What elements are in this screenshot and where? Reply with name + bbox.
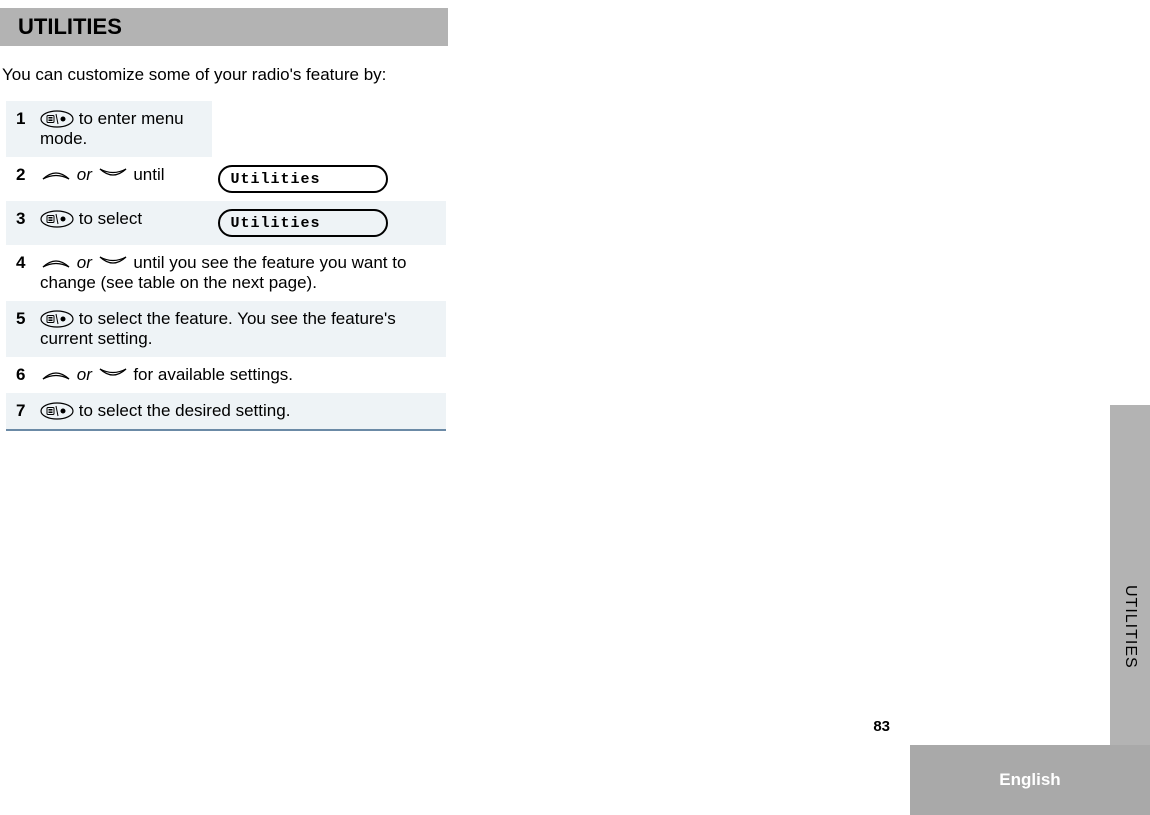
display-cell: Utilities: [212, 201, 446, 245]
intro-paragraph: You can customize some of your radio's f…: [2, 64, 448, 87]
nav-up-icon: [40, 254, 72, 272]
lcd-display: Utilities: [218, 209, 388, 237]
step-row: 1 to enter menu mode.: [6, 101, 446, 157]
step-content: or until: [34, 157, 212, 201]
menu-key-icon: [40, 310, 74, 328]
step-number: 3: [6, 201, 34, 245]
step-content: or for available settings.: [34, 357, 446, 393]
step-text-fragment: or: [77, 253, 97, 272]
side-tab-label: UTILITIES: [1121, 585, 1139, 669]
step-content: to enter menu mode.: [34, 101, 212, 157]
side-tab: UTILITIES: [1110, 405, 1150, 745]
step-row: 7 to select the desired setting.: [6, 393, 446, 430]
step-number: 7: [6, 393, 34, 430]
step-row: 2 or until Utilities: [6, 157, 446, 201]
step-number: 5: [6, 301, 34, 357]
step-number: 6: [6, 357, 34, 393]
nav-down-icon: [97, 366, 129, 384]
step-content: to select: [34, 201, 212, 245]
language-label: English: [999, 770, 1060, 790]
step-row: 3 to select Utilities: [6, 201, 446, 245]
display-cell: Utilities: [212, 157, 446, 201]
steps-table: 1 to enter menu mode. 2 or until: [6, 101, 446, 431]
menu-key-icon: [40, 210, 74, 228]
step-content: to select the feature. You see the featu…: [34, 301, 446, 357]
step-text-fragment: until: [133, 165, 164, 184]
step-text-fragment: to select the desired setting.: [79, 401, 291, 420]
page-number: 83: [873, 718, 890, 735]
nav-up-icon: [40, 166, 72, 184]
section-title-bar: UTILITIES: [0, 8, 448, 46]
section-title: UTILITIES: [18, 14, 122, 40]
step-row: 4 or until you see the feature you want …: [6, 245, 446, 301]
language-footer: English: [910, 745, 1150, 815]
step-row: 6 or for available settings.: [6, 357, 446, 393]
step-text-fragment: or: [77, 365, 97, 384]
nav-up-icon: [40, 366, 72, 384]
nav-down-icon: [97, 254, 129, 272]
step-number: 1: [6, 101, 34, 157]
lcd-display: Utilities: [218, 165, 388, 193]
step-content: or until you see the feature you want to…: [34, 245, 446, 301]
step-text-fragment: to select the feature. You see the featu…: [40, 309, 396, 348]
menu-key-icon: [40, 402, 74, 420]
step-number: 2: [6, 157, 34, 201]
step-row: 5 to select the feature. You see the fea…: [6, 301, 446, 357]
menu-key-icon: [40, 110, 74, 128]
step-text-fragment: or: [77, 165, 97, 184]
step-number: 4: [6, 245, 34, 301]
step-content: to select the desired setting.: [34, 393, 446, 430]
nav-down-icon: [97, 166, 129, 184]
step-text-fragment: to select: [79, 209, 142, 228]
step-text-fragment: for available settings.: [133, 365, 293, 384]
